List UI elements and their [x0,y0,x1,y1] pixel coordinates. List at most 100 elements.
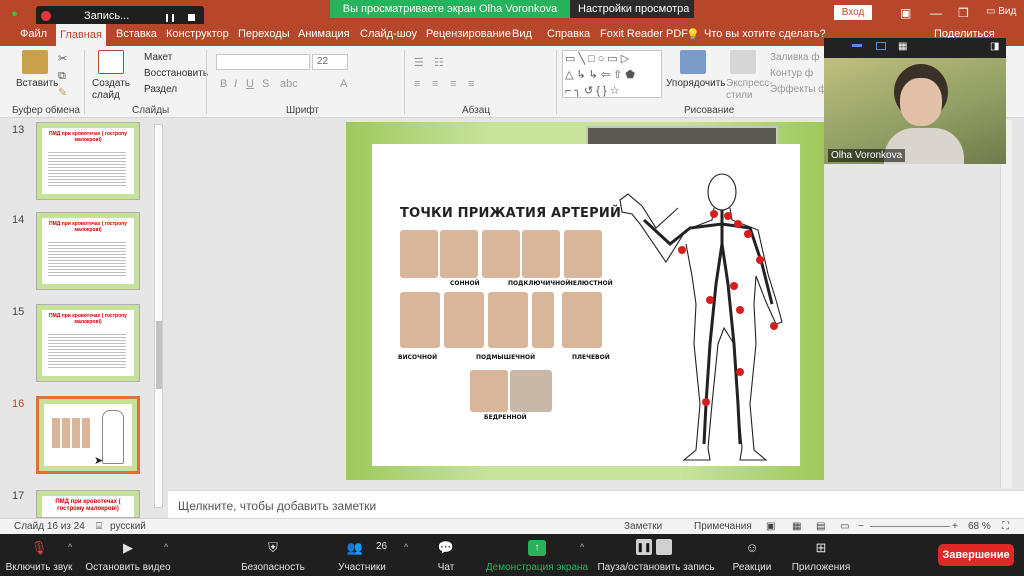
divider [84,50,85,114]
tab-design[interactable]: Конструктор [166,28,229,40]
stop-recording-icon[interactable] [188,14,195,21]
paste-icon[interactable] [22,50,48,74]
layout-button[interactable]: Макет [144,52,172,63]
video-layout-icon[interactable] [876,42,886,50]
participant-video-tile[interactable]: ▦ ◨ Olha Voronkova [824,38,1006,164]
zoom-slider[interactable] [870,526,950,527]
bullets-icon[interactable]: ☰ [414,56,424,69]
language-label[interactable]: русский [110,521,146,532]
chevron-up-icon[interactable]: ^ [164,542,168,552]
shape-effects-button[interactable]: Эффекты ф [770,84,826,95]
underline-icon[interactable]: U [246,78,254,90]
new-slide-label[interactable]: Создать слайд [92,78,132,102]
tell-me-search[interactable]: Что вы хотите сделать? [704,28,826,40]
align-center-icon[interactable]: ≡ [432,78,438,90]
tab-file[interactable]: Файл [20,28,47,40]
slide-thumbnail[interactable]: ПМД при кровотечах ( гостропу малокрові) [36,122,140,200]
quick-styles-icon[interactable] [730,50,756,74]
tab-slideshow[interactable]: Слайд-шоу [360,28,417,40]
slideshow-icon[interactable]: ▭ [840,521,849,532]
unmute-button[interactable]: 🎙 Включить звук [0,534,78,576]
view-settings-button[interactable]: Настройки просмотра ⌄ [570,0,694,33]
justify-icon[interactable]: ≡ [468,78,474,90]
share-screen-button[interactable]: ↑ Демонстрация экрана [482,534,592,576]
shadow-icon[interactable]: S [262,78,269,90]
align-right-icon[interactable]: ≡ [450,78,456,90]
chevron-up-icon[interactable]: ^ [404,542,408,552]
maximize-icon[interactable]: ❐ [958,6,969,20]
tab-animation[interactable]: Анимация [298,28,350,40]
chevron-up-icon[interactable]: ^ [68,542,72,552]
tab-insert[interactable]: Вставка [116,28,157,40]
arrange-icon[interactable] [680,50,706,74]
font-size-select[interactable]: 22 [312,54,348,70]
zoom-level[interactable]: 68 % [968,521,991,532]
view-icon[interactable]: ▭ Вид [986,6,1016,17]
chat-button[interactable]: 💬 Чат [426,534,466,576]
align-left-icon[interactable]: ≡ [414,78,420,90]
tab-view[interactable]: Вид [512,28,532,40]
minimize-video-icon[interactable] [852,44,862,47]
ribbon-display-icon[interactable]: ▣ [900,6,911,20]
signin-button[interactable]: Вход [834,5,872,20]
tab-transitions[interactable]: Переходы [238,28,290,40]
new-slide-icon[interactable] [98,50,124,74]
zoom-in-icon[interactable]: + [952,521,958,532]
zoom-out-icon[interactable]: − [858,521,864,532]
stop-video-button[interactable]: ▶ Остановить видео [80,534,176,576]
reading-view-icon[interactable]: ▤ [816,521,825,532]
arrange-button[interactable]: Упорядочить [666,78,726,89]
minimize-icon[interactable]: — [930,6,942,20]
thumb-number: 14 [12,214,25,226]
pause-stop-recording-button[interactable]: ❚❚ Пауза/остановить запись [596,534,716,576]
paste-label[interactable]: Вставить [16,78,58,89]
quick-styles-button[interactable]: Экспресс-стили [726,78,773,102]
scrollbar-thumb[interactable] [156,321,162,389]
shapes-gallery[interactable]: ▭╲□○▭▷ △↳↳⇦⇧⬟ ⌐╮↺{}☆ [562,50,662,98]
gallery-view-icon[interactable]: ▦ [898,41,907,52]
security-label: Безопасность [241,562,305,573]
record-icon [41,11,51,21]
font-family-select[interactable] [216,54,310,70]
tab-help[interactable]: Справка [547,28,590,40]
slide-thumbnail[interactable]: ПМД при кровотечах ( гострому малокрові) [36,490,140,518]
participants-button[interactable]: 👥 26 Участники [330,534,394,576]
pause-recording-icon[interactable] [166,14,174,22]
comments-toggle[interactable]: Примечания [694,521,752,532]
pip-icon[interactable]: ◨ [990,41,999,52]
security-button[interactable]: ⛨ Безопасность [236,534,310,576]
slide-thumbnail-selected[interactable]: ➤ [36,396,140,474]
tab-home[interactable]: Главная [56,24,106,46]
tab-foxit[interactable]: Foxit Reader PDF [600,28,688,40]
shape-outline-button[interactable]: Контур ф [770,68,813,79]
bold-icon[interactable]: B [220,78,227,90]
numbering-icon[interactable]: ☷ [434,56,444,69]
normal-view-icon[interactable]: ▣ [766,521,775,532]
fit-slide-icon[interactable]: ⛶ [1002,521,1009,532]
stop-icon [656,539,672,555]
thumbnail-scrollbar[interactable] [154,124,163,508]
shape-fill-button[interactable]: Заливка ф [770,52,820,63]
current-slide[interactable]: ТОЧКИ ПРИЖАТИЯ АРТЕРИЙ СОННОЙ ПОДКЛЮЧИЧН… [346,122,824,480]
slide-thumbnail[interactable]: ПМД при кровотечах ( гостропу малокрові) [36,304,140,382]
format-painter-icon[interactable]: ✎ [58,86,67,99]
notes-toggle[interactable]: Заметки [624,521,662,532]
copy-icon[interactable]: ⧉ [58,70,66,83]
slide-vertical-scrollbar[interactable] [1000,120,1012,488]
caption-carotid: СОННОЙ [450,280,480,287]
font-color-icon[interactable]: A [340,78,347,90]
italic-icon[interactable]: I [234,78,237,90]
reactions-button[interactable]: ☺ Реакции [726,534,778,576]
apps-button[interactable]: ⊞ Приложения [786,534,856,576]
notes-pane[interactable]: Щелкните, чтобы добавить заметки [168,490,1024,518]
recording-indicator[interactable]: Запись... [36,6,204,26]
reset-button[interactable]: Восстановить [144,68,208,79]
chevron-up-icon[interactable]: ^ [580,542,584,552]
strikethrough-icon[interactable]: abc [280,78,298,90]
slide-sorter-icon[interactable]: ▦ [792,521,801,532]
section-button[interactable]: Раздел [144,84,177,95]
cut-icon[interactable]: ✂ [58,52,67,65]
end-meeting-button[interactable]: Завершение [938,544,1014,566]
slide-thumbnail[interactable]: ПМД при кровотечах ( гостропу малокрові) [36,212,140,290]
tab-review[interactable]: Рецензирование [426,28,511,40]
